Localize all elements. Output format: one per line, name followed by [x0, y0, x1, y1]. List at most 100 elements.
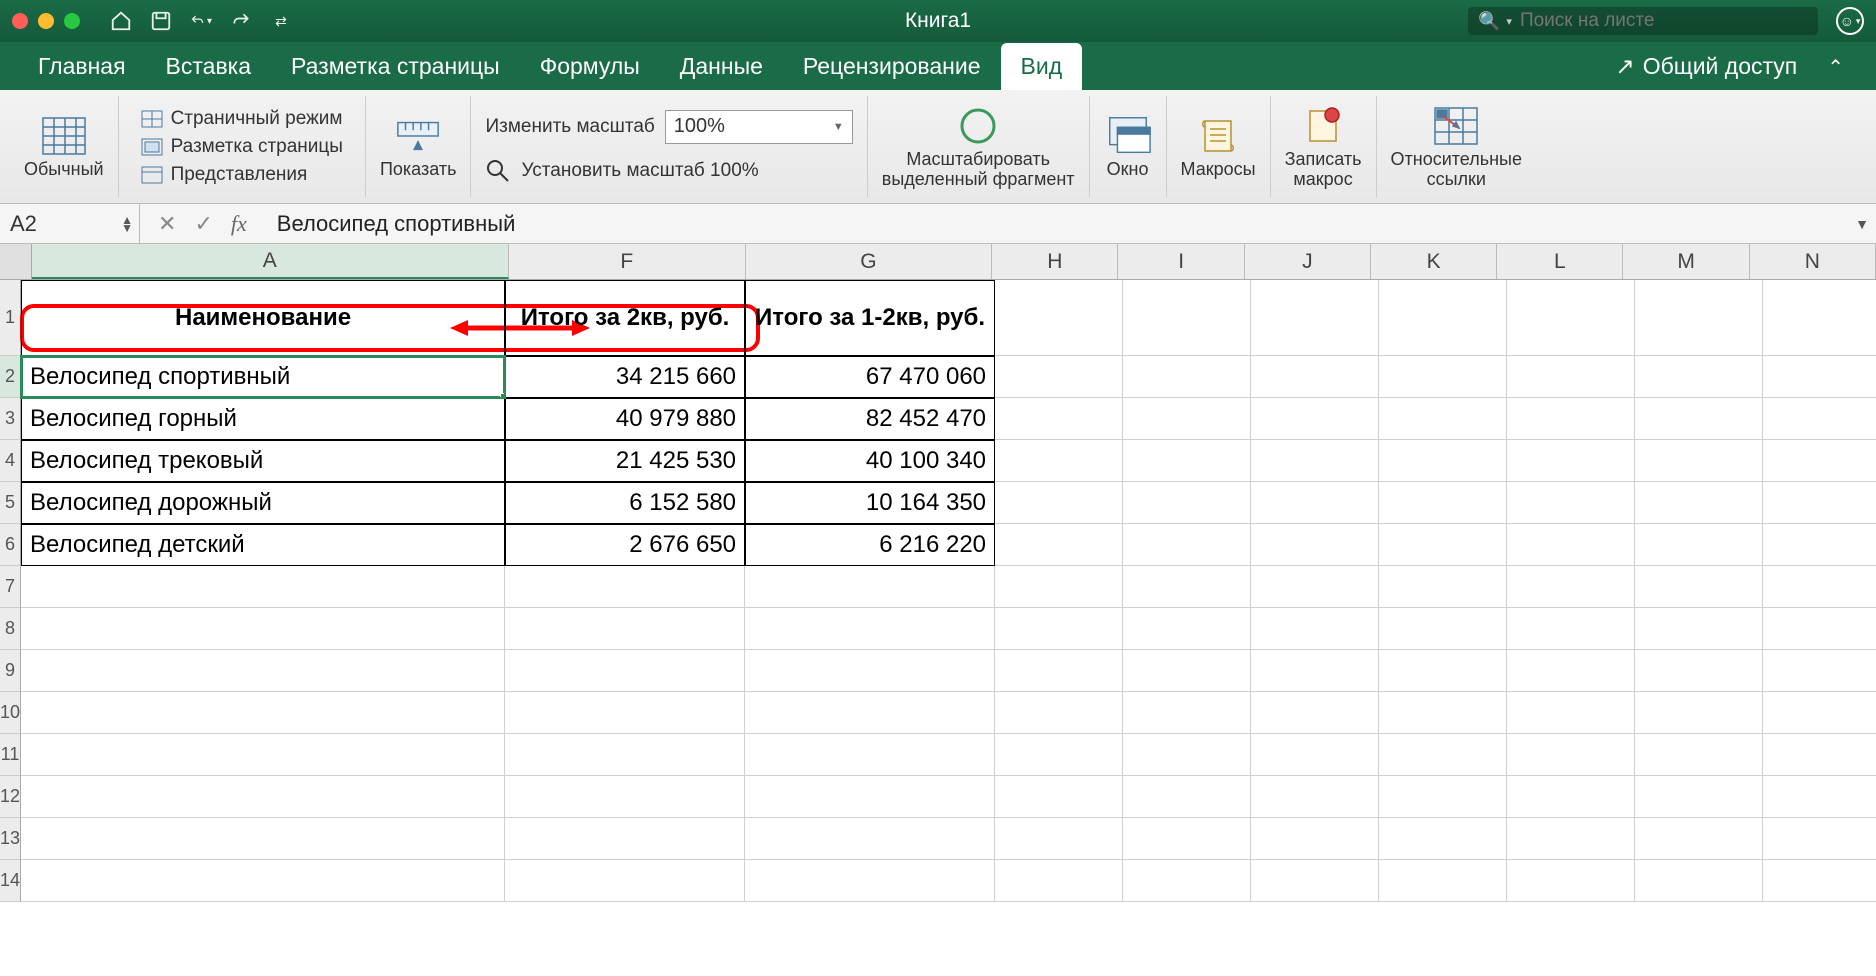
row-header-7[interactable]: 7 [0, 566, 21, 608]
cell-empty[interactable] [1635, 650, 1763, 692]
cell-empty[interactable] [1379, 398, 1507, 440]
cell-G6[interactable]: 6 216 220 [745, 524, 995, 566]
column-header-L[interactable]: L [1497, 244, 1623, 279]
cell-A4[interactable]: Велосипед трековый [21, 440, 505, 482]
cell-empty[interactable] [995, 482, 1123, 524]
cell-empty[interactable] [1379, 776, 1507, 818]
cell-empty[interactable] [1123, 440, 1251, 482]
cell-empty[interactable] [1635, 280, 1763, 356]
cancel-formula-icon[interactable]: ✕ [158, 211, 176, 237]
cell-empty[interactable] [1507, 860, 1635, 902]
undo-icon[interactable]: ▾ [190, 10, 212, 32]
cell-empty[interactable] [745, 860, 995, 902]
share-button[interactable]: ↗ Общий доступ [1599, 43, 1813, 90]
cell-empty[interactable] [995, 692, 1123, 734]
cell-empty[interactable] [1635, 608, 1763, 650]
search-scope-chevron-icon[interactable]: ▾ [1506, 15, 1512, 28]
cell-empty[interactable] [1123, 860, 1251, 902]
cell-G4[interactable]: 40 100 340 [745, 440, 995, 482]
cell-empty[interactable] [1507, 356, 1635, 398]
cell-empty[interactable] [1123, 776, 1251, 818]
name-box[interactable]: A2 ▲▼ [0, 204, 140, 243]
cell-empty[interactable] [995, 524, 1123, 566]
cell-empty[interactable] [995, 608, 1123, 650]
zoom-selection-button[interactable]: Масштабироватьвыделенный фрагмент [868, 96, 1090, 197]
cell-empty[interactable] [995, 818, 1123, 860]
feedback-icon[interactable]: ☺▾ [1836, 7, 1864, 35]
cell-empty[interactable] [745, 692, 995, 734]
cell-empty[interactable] [745, 608, 995, 650]
cell-empty[interactable] [1251, 524, 1379, 566]
cell-empty[interactable] [1763, 692, 1876, 734]
column-header-J[interactable]: J [1245, 244, 1371, 279]
cell-empty[interactable] [1251, 398, 1379, 440]
row-header-5[interactable]: 5 [0, 482, 21, 524]
tab-review[interactable]: Рецензирование [783, 43, 1001, 90]
cell-empty[interactable] [1635, 440, 1763, 482]
cell-empty[interactable] [1251, 650, 1379, 692]
cell-empty[interactable] [505, 650, 745, 692]
cell-empty[interactable] [1379, 280, 1507, 356]
header-q12[interactable]: Итого за 1-2кв, руб. [745, 280, 995, 356]
cell-empty[interactable] [1635, 482, 1763, 524]
page-layout-button[interactable]: Разметка страницы [141, 136, 343, 158]
cell-F3[interactable]: 40 979 880 [505, 398, 745, 440]
column-header-N[interactable]: N [1750, 244, 1876, 279]
cell-empty[interactable] [505, 608, 745, 650]
cell-empty[interactable] [1507, 398, 1635, 440]
cell-empty[interactable] [1763, 860, 1876, 902]
cell-empty[interactable] [1251, 776, 1379, 818]
cell-empty[interactable] [1123, 482, 1251, 524]
zoom-input[interactable]: 100%▼ [665, 110, 853, 144]
view-normal-button[interactable]: Обычный [10, 96, 119, 197]
header-name[interactable]: Наименование [21, 280, 505, 356]
cell-empty[interactable] [505, 818, 745, 860]
cell-A3[interactable]: Велосипед горный [21, 398, 505, 440]
cell-empty[interactable] [1635, 524, 1763, 566]
row-header-11[interactable]: 11 [0, 734, 21, 776]
cell-empty[interactable] [1763, 524, 1876, 566]
cell-empty[interactable] [1123, 734, 1251, 776]
cell-F2[interactable]: 34 215 660 [505, 356, 745, 398]
cell-empty[interactable] [21, 818, 505, 860]
cell-empty[interactable] [1763, 776, 1876, 818]
row-header-9[interactable]: 9 [0, 650, 21, 692]
cell-empty[interactable] [995, 776, 1123, 818]
column-header-I[interactable]: I [1118, 244, 1244, 279]
column-header-F[interactable]: F [509, 244, 746, 279]
cell-empty[interactable] [1635, 818, 1763, 860]
cell-empty[interactable] [1379, 860, 1507, 902]
cell-empty[interactable] [1379, 692, 1507, 734]
cell-empty[interactable] [1635, 860, 1763, 902]
cell-empty[interactable] [1251, 692, 1379, 734]
home-icon[interactable] [110, 10, 132, 32]
column-header-A[interactable]: A [32, 244, 509, 279]
tab-formulas[interactable]: Формулы [520, 43, 660, 90]
cell-empty[interactable] [21, 860, 505, 902]
cell-empty[interactable] [505, 776, 745, 818]
cell-empty[interactable] [21, 776, 505, 818]
customize-qat-icon[interactable]: ⇄ [270, 10, 292, 32]
cell-empty[interactable] [1251, 608, 1379, 650]
cell-empty[interactable] [1251, 280, 1379, 356]
cell-empty[interactable] [995, 860, 1123, 902]
cell-empty[interactable] [1635, 776, 1763, 818]
cell-empty[interactable] [1123, 524, 1251, 566]
cell-empty[interactable] [1379, 524, 1507, 566]
cell-empty[interactable] [1251, 356, 1379, 398]
row-header-8[interactable]: 8 [0, 608, 21, 650]
cell-empty[interactable] [21, 566, 505, 608]
relative-refs-button[interactable]: Относительныессылки [1377, 96, 1536, 197]
save-icon[interactable] [150, 10, 172, 32]
row-header-1[interactable]: 1 [0, 280, 21, 356]
cell-empty[interactable] [1379, 440, 1507, 482]
cell-empty[interactable] [1507, 524, 1635, 566]
select-all-corner[interactable] [0, 244, 32, 279]
cell-empty[interactable] [745, 650, 995, 692]
zoom-100-button[interactable]: Установить масштаб 100% [485, 158, 758, 184]
cell-empty[interactable] [1507, 776, 1635, 818]
show-button[interactable]: Показать [366, 96, 472, 197]
search-input[interactable] [1520, 10, 1808, 32]
cell-F4[interactable]: 21 425 530 [505, 440, 745, 482]
row-header-2[interactable]: 2 [0, 356, 21, 398]
